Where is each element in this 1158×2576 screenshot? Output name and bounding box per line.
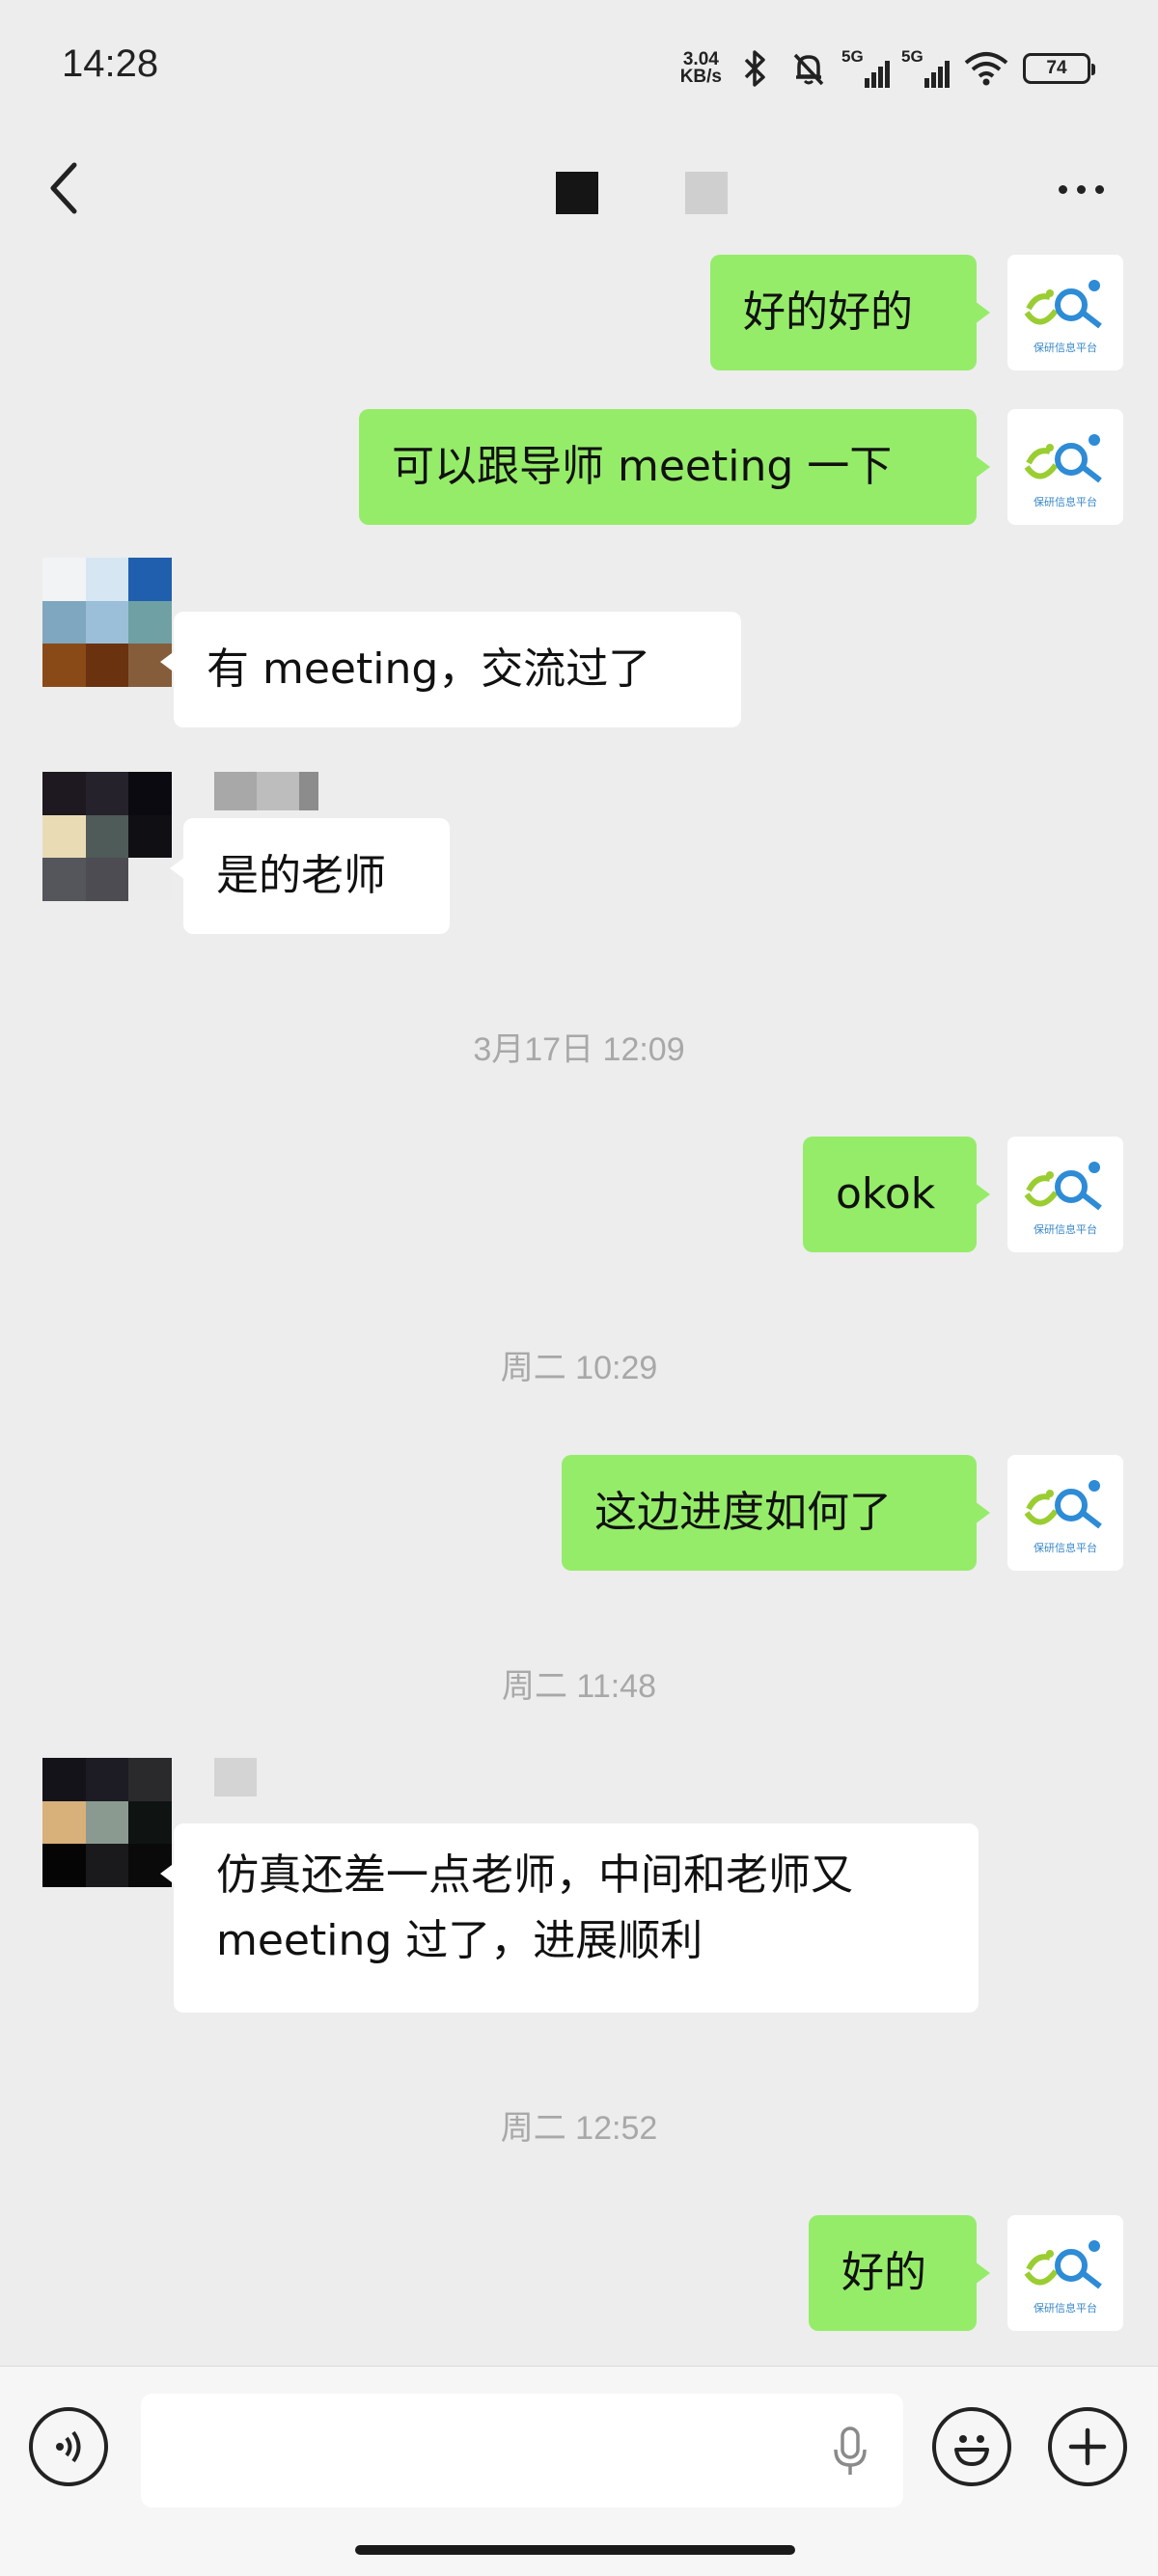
home-indicator[interactable] <box>355 2545 795 2555</box>
status-time: 14:28 <box>62 42 159 85</box>
signal-icon-2: 5G <box>901 47 950 88</box>
message-text: 是的老师 <box>216 851 386 900</box>
outgoing-message[interactable]: 好的 <box>809 2215 990 2331</box>
more-icon <box>1058 184 1104 194</box>
incoming-message[interactable]: 是的老师 <box>170 818 450 934</box>
microphone-icon <box>834 2426 867 2475</box>
microphone-button[interactable] <box>826 2423 874 2480</box>
mute-bell-icon <box>787 47 830 90</box>
logo-text: 保研信息平台 <box>1034 2302 1097 2315</box>
chat-title-blurred <box>556 172 598 214</box>
logo-text: 保研信息平台 <box>1034 1542 1097 1554</box>
more-functions-button[interactable] <box>1048 2407 1127 2486</box>
my-avatar[interactable]: 保研信息平台 <box>1007 255 1123 370</box>
outgoing-message[interactable]: 可以跟导师 meeting 一下 <box>359 409 990 525</box>
chat-title-blurred-2 <box>685 172 728 214</box>
network-speed-unit: KB/s <box>679 67 722 87</box>
incoming-message[interactable]: 仿真还差一点老师，中间和老师又 meeting 过了，进展顺利 <box>160 1823 979 2013</box>
logo-text: 保研信息平台 <box>1034 496 1097 508</box>
message-text: 好的 <box>841 2248 926 2297</box>
status-icons: 3.04 KB/s 5G 5G 74 <box>679 44 1095 93</box>
back-arrow-icon <box>50 162 77 214</box>
outgoing-message[interactable]: 好的好的 <box>710 255 990 370</box>
message-text-line-1: 仿真还差一点老师，中间和老师又 <box>216 1850 853 1900</box>
contact-avatar[interactable] <box>42 558 172 687</box>
voice-toggle-button[interactable] <box>29 2407 108 2486</box>
my-avatar[interactable]: 保研信息平台 <box>1007 409 1123 525</box>
logo-text: 保研信息平台 <box>1034 342 1097 354</box>
signal-icon: 5G <box>841 47 890 88</box>
contact-avatar[interactable] <box>42 772 172 901</box>
message-text-line-2: meeting 过了，进展顺利 <box>216 1916 703 1965</box>
outgoing-message[interactable]: 这边进度如何了 <box>562 1455 990 1571</box>
network-speed: 3.04 KB/s <box>679 50 722 87</box>
chat-title-bar <box>0 135 1158 251</box>
voice-icon <box>56 2430 81 2463</box>
message-text: 可以跟导师 meeting 一下 <box>392 442 893 491</box>
contact-avatar[interactable] <box>42 1758 172 1887</box>
my-avatar[interactable]: 保研信息平台 <box>1007 2215 1123 2331</box>
plus-icon <box>1068 2427 1107 2466</box>
logo-text: 保研信息平台 <box>1034 1223 1097 1236</box>
message-timestamp: 周二 10:29 <box>500 1350 658 1386</box>
message-timestamp: 周二 12:52 <box>500 2110 658 2147</box>
sim2-label: 5G <box>901 47 924 66</box>
message-text: 这边进度如何了 <box>594 1488 892 1537</box>
emoji-icon <box>954 2435 989 2466</box>
more-button[interactable] <box>1042 160 1119 218</box>
sim1-label: 5G <box>841 47 864 66</box>
emoji-button[interactable] <box>932 2407 1011 2486</box>
outgoing-message[interactable]: okok <box>803 1137 990 1252</box>
battery-icon: 74 <box>1023 53 1095 84</box>
message-timestamp: 3月17日 12:09 <box>473 1031 685 1068</box>
my-avatar[interactable]: 保研信息平台 <box>1007 1455 1123 1571</box>
incoming-message[interactable]: 有 meeting，交流过了 <box>160 612 741 727</box>
contact-name-blurred <box>214 1758 257 1796</box>
message-text: okok <box>836 1169 936 1219</box>
bluetooth-icon <box>733 47 776 90</box>
battery-level: 74 <box>1046 58 1067 78</box>
message-text: 有 meeting，交流过了 <box>207 644 651 694</box>
wifi-icon <box>961 47 1011 90</box>
message-timestamp: 周二 11:48 <box>501 1668 656 1705</box>
message-input[interactable] <box>141 2394 903 2507</box>
contact-name-blurred <box>214 772 324 810</box>
my-avatar[interactable]: 保研信息平台 <box>1007 1137 1123 1252</box>
status-bar: 14:28 3.04 KB/s 5G 5G 74 <box>0 0 1158 135</box>
message-text: 好的好的 <box>743 288 913 337</box>
back-button[interactable] <box>39 154 87 222</box>
